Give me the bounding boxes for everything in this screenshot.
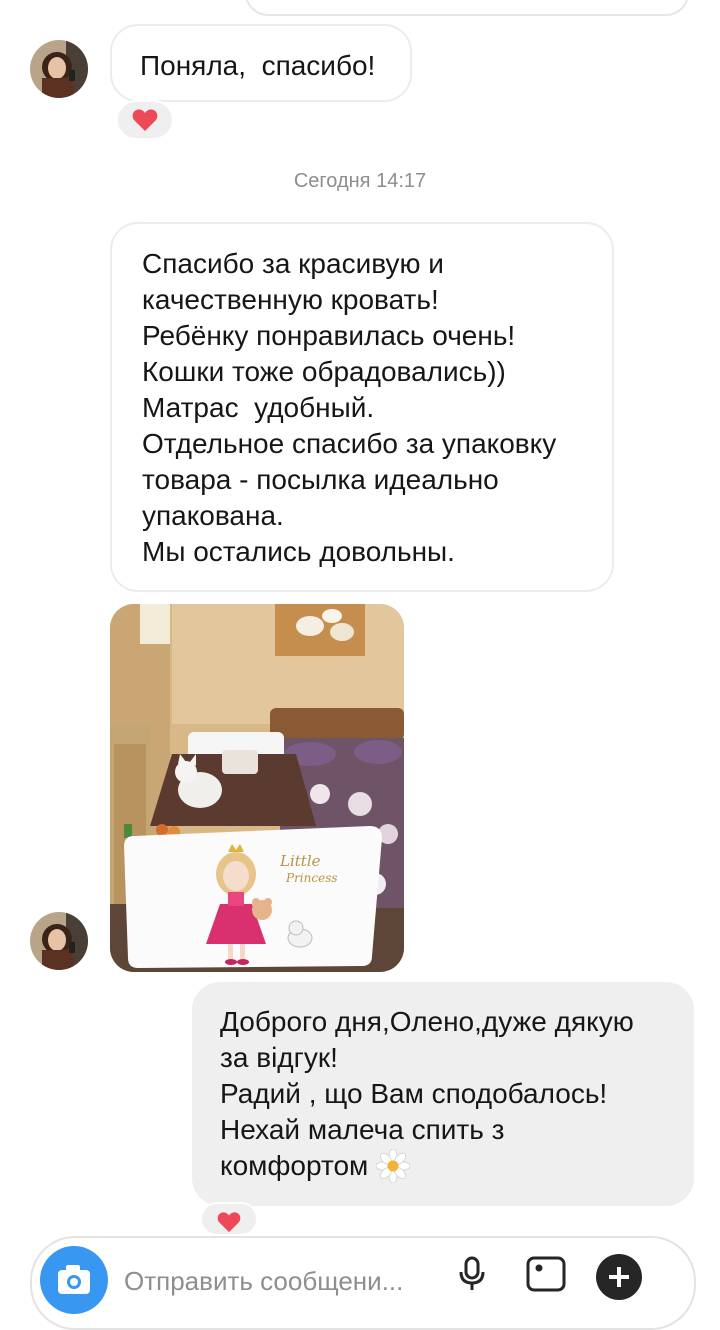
message-line: Матрас удобный. [142,392,375,423]
message-line-with-emoji: комфортом [220,1148,666,1184]
photo-message[interactable]: Little Princess [110,604,404,972]
avatar-image [30,912,88,970]
timestamp-divider: Сегодня 14:17 [293,170,427,192]
outgoing-message-bubble[interactable]: Доброго дня,Олено,дуже дякую за відгук! … [192,982,694,1206]
reaction-badge[interactable] [200,1202,258,1236]
camera-button[interactable] [40,1246,108,1314]
message-line: товара - посылка идеально [142,464,499,495]
photo-text-princess: Princess [285,871,338,885]
message-line: Мы остались довольны. [142,536,455,567]
message-line: Отдельное спасибо за упаковку [142,428,557,459]
message-line: Радий , що Вам сподобалось! [220,1078,608,1109]
photo-text-little: Little [279,852,321,870]
sender-avatar[interactable] [30,40,88,98]
message-line: за відгук! [220,1042,338,1073]
heart-icon [132,109,158,131]
message-line: качественную кровать! [142,284,439,315]
message-line: Ребёнку понравилась очень! [142,320,516,351]
photo-bed-with-cat: Little Princess [110,604,404,972]
message-line: Спасибо за красивую и [142,248,444,279]
avatar-image [30,40,88,98]
gallery-button[interactable] [524,1252,568,1292]
more-options-button[interactable] [596,1254,642,1300]
message-bubble[interactable]: Поняла, спасибо! [110,24,412,102]
microphone-button[interactable] [452,1252,492,1292]
sender-avatar[interactable] [30,912,88,970]
message-line: Нехай малеча спить з [220,1114,505,1145]
reaction-badge[interactable] [116,100,174,140]
previous-message-bubble[interactable] [245,0,689,16]
message-line: Кошки тоже обрадовались)) [142,356,506,387]
message-bubble[interactable]: Спасибо за красивую и качественную крова… [110,222,614,592]
gallery-icon [526,1256,566,1292]
message-line: комфортом [220,1150,369,1181]
message-line: Доброго дня,Олено,дуже дякую [220,1006,634,1037]
message-input[interactable]: Отправить сообщени... [124,1266,403,1297]
message-line: упакована. [142,500,284,531]
plus-icon [609,1267,629,1287]
camera-icon [58,1265,90,1294]
heart-icon [217,1212,241,1233]
microphone-icon [459,1256,485,1290]
message-text: Поняла, спасибо! [140,50,376,81]
daisy-icon [376,1149,411,1183]
